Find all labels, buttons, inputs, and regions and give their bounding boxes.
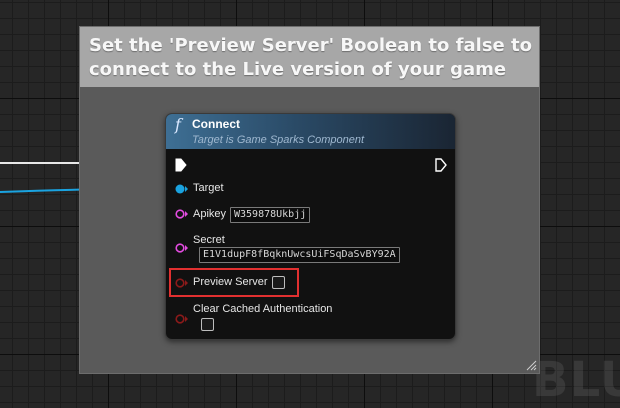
clear-cache-label: Clear Cached Authentication [193,303,333,315]
resize-grip-icon[interactable] [525,359,537,371]
apikey-label: Apikey [193,208,227,220]
clear-cache-checkbox[interactable] [201,318,214,331]
clear-cache-pin-icon[interactable] [175,314,189,324]
target-pin-icon[interactable] [175,184,189,194]
exec-in-pin-icon[interactable] [175,158,187,172]
connect-node[interactable]: f Connect Target is Game Sparks Componen… [165,113,456,340]
node-header[interactable]: f Connect Target is Game Sparks Componen… [166,114,455,149]
secret-input[interactable]: E1V1dupF8fBqknUwcsUiFSqDaSvBY92A [199,247,400,263]
apikey-input[interactable]: W359878Ukbjj [230,207,311,223]
apikey-pin-icon[interactable] [175,209,189,219]
comment-text: Set the 'Preview Server' Boolean to fals… [89,35,532,80]
node-title: Connect [192,117,240,131]
target-label: Target [193,182,224,194]
secret-pin-icon[interactable] [175,243,189,253]
comment-header[interactable]: Set the 'Preview Server' Boolean to fals… [80,27,539,87]
exec-out-pin-icon[interactable] [435,158,447,172]
secret-label: Secret [193,234,225,246]
function-icon: f [175,115,181,134]
preview-server-highlight [169,268,299,297]
node-subtitle: Target is Game Sparks Component [192,134,365,146]
